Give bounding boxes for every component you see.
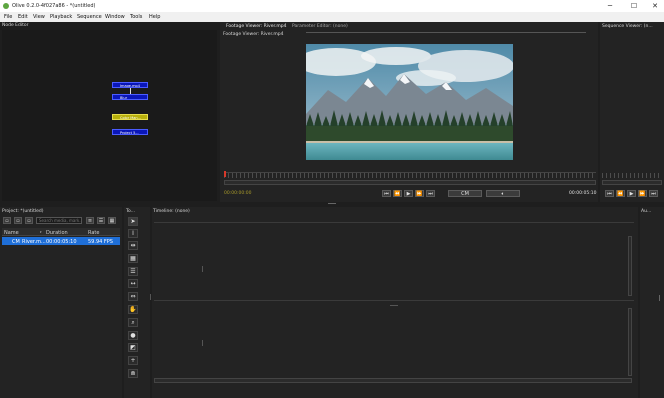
open-button[interactable]: ▫ — [14, 217, 22, 224]
sequence-time-ruler[interactable] — [602, 173, 662, 178]
column-name[interactable]: Name — [4, 230, 19, 236]
menu-edit[interactable]: Edit — [18, 14, 28, 20]
go-to-end-button[interactable]: ⏭ — [426, 190, 435, 197]
pointer-tool-icon[interactable]: ➤ — [128, 217, 138, 226]
viewer-playhead[interactable] — [224, 171, 226, 177]
menu-tools[interactable]: Tools — [130, 14, 142, 20]
column-duration[interactable]: Duration — [46, 230, 68, 236]
record-tool-icon[interactable]: ● — [128, 331, 138, 340]
menu-sequence[interactable]: Sequence — [77, 14, 102, 20]
viewer-timecode-current: 00:00:00:00 — [224, 191, 252, 196]
menu-playback[interactable]: Playback — [50, 14, 72, 20]
seq-play-button[interactable]: ▶ — [627, 190, 636, 197]
track-header-splitter[interactable] — [150, 294, 151, 300]
tab-parameter-editor[interactable]: Parameter Editor: (none) — [292, 24, 348, 29]
menu-help[interactable]: Help — [149, 14, 160, 20]
splitter-handle[interactable] — [328, 203, 336, 204]
node-color-label: Color Man... — [120, 116, 141, 120]
edit-tool-icon[interactable]: I — [128, 229, 138, 238]
seq-previous-frame-button[interactable]: ⏪ — [616, 190, 625, 197]
menu-file[interactable]: File — [4, 14, 12, 20]
go-to-start-button[interactable]: ⏮ — [382, 190, 391, 197]
viewer-timecode-duration: 00:00:05:10 — [569, 191, 597, 196]
row-name: River.m... — [22, 239, 46, 245]
video-track-handle[interactable] — [202, 266, 203, 272]
minimize-button[interactable]: ─ — [603, 2, 617, 11]
close-button[interactable]: ✕ — [648, 2, 662, 11]
play-button[interactable]: ▶ — [404, 190, 413, 197]
tree-view-button[interactable]: ≡ — [86, 217, 94, 224]
node-project-label: Project 5... — [120, 131, 139, 135]
timeline-panel — [152, 207, 638, 398]
node-color-manager[interactable]: Color Man... — [112, 114, 148, 120]
razor-tool-icon[interactable]: ☰ — [128, 267, 138, 276]
audio-track-handle[interactable] — [202, 340, 203, 346]
slip-tool-icon[interactable]: ↔ — [128, 279, 138, 288]
video-frame[interactable] — [306, 44, 513, 160]
transition-tool-icon[interactable]: ◩ — [128, 343, 138, 352]
next-frame-button[interactable]: ⏩ — [415, 190, 424, 197]
volume-button[interactable]: 🔈︎ — [486, 190, 520, 197]
audio-monitor-title: Au... — [641, 209, 652, 214]
column-rate[interactable]: Rate — [88, 230, 99, 236]
node-editor-canvas[interactable]: Image.mp4 Blur Color Man... Project 5... — [2, 30, 217, 201]
timeline-horizontal-scrollbar[interactable] — [154, 378, 632, 383]
ripple-tool-icon[interactable]: ⇹ — [128, 241, 138, 250]
color-management-button[interactable]: CM — [448, 190, 482, 197]
track-area-splitter[interactable] — [390, 305, 398, 306]
row-duration: 00:00:05:10 — [46, 239, 77, 245]
project-row-river[interactable]: CM River.m... 00:00:05:10 59.94 FPS — [2, 237, 120, 245]
add-tool-icon[interactable]: + — [128, 356, 138, 365]
seq-go-to-end-button[interactable]: ⏭ — [649, 190, 658, 197]
audio-track-scrollbar[interactable] — [628, 308, 632, 376]
window-title: Olive 0.2.0-4f027a86 - *(untitled) — [12, 3, 96, 9]
video-track-scrollbar[interactable] — [628, 236, 632, 296]
timeline-title: Timeline: (none) — [153, 209, 190, 214]
viewer-scrollbar[interactable] — [224, 180, 596, 185]
seq-next-frame-button[interactable]: ⏩ — [638, 190, 647, 197]
snapping-tool-icon[interactable]: ⋒ — [128, 369, 138, 378]
save-button[interactable]: ▫ — [25, 217, 33, 224]
video-landscape-image — [306, 44, 513, 160]
new-item-button[interactable]: ▫ — [3, 217, 11, 224]
node-blur-label: Blur — [120, 96, 128, 100]
viewer-divider — [306, 32, 586, 33]
maximize-button[interactable]: ☐ — [627, 2, 641, 11]
footage-icon: CM — [12, 239, 20, 245]
timeline-top-divider — [154, 222, 634, 223]
rolling-tool-icon[interactable]: ▦ — [128, 254, 138, 263]
list-view-button[interactable]: ☰ — [97, 217, 105, 224]
audio-monitor-panel — [640, 207, 664, 398]
seq-go-to-start-button[interactable]: ⏮ — [605, 190, 614, 197]
project-title: Project: *(untitled) — [2, 209, 44, 214]
previous-frame-button[interactable]: ⏪ — [393, 190, 402, 197]
node-blur[interactable]: Blur — [112, 94, 148, 100]
hand-tool-icon[interactable]: ✋ — [128, 305, 138, 314]
menu-view[interactable]: View — [33, 14, 45, 20]
menu-window[interactable]: Window — [105, 14, 125, 20]
audio-meter-handle[interactable] — [659, 295, 660, 301]
sequence-scrollbar[interactable] — [602, 180, 662, 185]
sequence-viewer-title: Sequence Viewer: (n... — [602, 24, 653, 29]
project-table-header: Name ▾ Duration Rate — [2, 228, 120, 236]
window-title-bar: Olive 0.2.0-4f027a86 - *(untitled) ─ ☐ ✕ — [0, 0, 664, 12]
node-project[interactable]: Project 5... — [112, 129, 148, 135]
viewer-subtitle: Footage Viewer: River.mp4 — [223, 32, 284, 37]
tools-title: To... — [126, 209, 135, 214]
project-search-input[interactable]: Search media, mark... — [36, 217, 82, 224]
slide-tool-icon[interactable]: ⇔ — [128, 292, 138, 301]
menu-bar: File Edit View Playback Sequence Window … — [0, 12, 664, 22]
row-rate: 59.94 FPS — [88, 239, 113, 245]
icon-view-button[interactable]: ▦ — [108, 217, 116, 224]
sort-indicator-icon: ▾ — [40, 230, 42, 234]
tab-footage-viewer[interactable]: Footage Viewer: River.mp4 — [226, 24, 286, 29]
zoom-tool-icon[interactable]: ⌕ — [128, 318, 138, 327]
olive-logo-icon — [3, 3, 9, 9]
viewer-time-ruler[interactable] — [224, 173, 596, 178]
timeline-track-divider — [154, 300, 634, 301]
node-editor-title: Node Editor — [2, 23, 29, 28]
